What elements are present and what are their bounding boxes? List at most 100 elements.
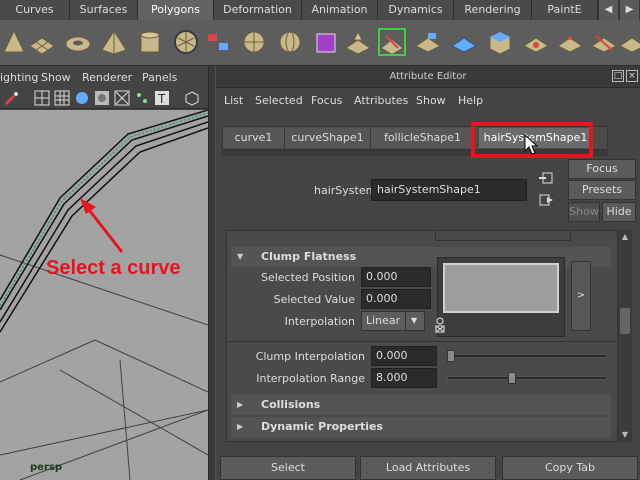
expand-arrow-icon: ▶ bbox=[237, 400, 244, 409]
append-polygon-icon[interactable] bbox=[450, 28, 478, 56]
attributes-scrollbar[interactable]: ▲ ▼ bbox=[618, 230, 632, 442]
separate-icon[interactable] bbox=[240, 28, 268, 56]
viewport-menu-panels[interactable]: Panels bbox=[142, 68, 177, 87]
tab-curveshape1[interactable]: curveShape1 bbox=[285, 128, 371, 148]
annotation-text: Select a curve bbox=[46, 257, 181, 279]
poly-plane-icon[interactable] bbox=[28, 28, 56, 56]
ramp-expand-button[interactable]: > bbox=[571, 261, 591, 331]
focus-button[interactable]: Focus bbox=[568, 159, 636, 179]
texture-icon[interactable]: T bbox=[154, 90, 170, 106]
poly-cone-icon[interactable] bbox=[0, 28, 28, 56]
interpolation-range-slider[interactable] bbox=[447, 376, 607, 380]
attribute-editor-menubar: List Selected Focus Attributes Show Help bbox=[216, 90, 640, 112]
split-polygon-icon[interactable] bbox=[378, 28, 406, 56]
lights-icon[interactable] bbox=[134, 90, 150, 106]
ae-menu-focus[interactable]: Focus bbox=[311, 94, 342, 107]
select-button[interactable]: Select bbox=[220, 456, 356, 480]
clump-flatness-ramp[interactable] bbox=[443, 263, 559, 313]
shelf-scroll-right-icon[interactable]: ▶ bbox=[619, 0, 639, 20]
ae-menu-attributes[interactable]: Attributes bbox=[354, 94, 408, 107]
smooth-shade-icon[interactable] bbox=[74, 90, 90, 106]
poly-torus-icon[interactable] bbox=[64, 28, 92, 56]
interpolation-label: Interpolation bbox=[284, 315, 355, 328]
output-connection-icon[interactable] bbox=[538, 192, 554, 208]
clump-interpolation-field[interactable]: 0.000 bbox=[371, 346, 437, 366]
perspective-viewport[interactable]: Select a curve persp bbox=[0, 110, 208, 480]
load-attributes-button[interactable]: Load Attributes bbox=[360, 456, 496, 480]
selected-value-field[interactable]: 0.000 bbox=[361, 289, 431, 309]
soccer-ball-icon[interactable] bbox=[172, 28, 200, 56]
panel-splitter[interactable] bbox=[208, 66, 216, 480]
node-name-field[interactable]: hairSystemShape1 bbox=[371, 179, 527, 201]
xray-icon[interactable] bbox=[114, 90, 130, 106]
smooth-icon[interactable] bbox=[276, 28, 304, 56]
section-collisions[interactable]: ▶ Collisions bbox=[231, 395, 611, 415]
mouse-cursor-icon bbox=[524, 134, 539, 155]
attribute-editor: Attribute Editor □ × List Selected Focus… bbox=[216, 66, 640, 480]
extrude-icon[interactable] bbox=[344, 28, 372, 56]
ae-menu-show[interactable]: Show bbox=[416, 94, 446, 107]
shelf-tab-deformation[interactable]: Deformation bbox=[214, 0, 302, 20]
merge-icon[interactable] bbox=[522, 28, 550, 56]
cut-faces-icon[interactable] bbox=[590, 28, 618, 56]
poly-cube-icon[interactable] bbox=[486, 28, 514, 56]
wireframe-icon[interactable] bbox=[34, 90, 50, 106]
ae-menu-help[interactable]: Help bbox=[458, 94, 483, 107]
clump-interpolation-slider-thumb[interactable] bbox=[447, 350, 455, 362]
section-title: Collisions bbox=[261, 398, 321, 411]
bevel-icon[interactable] bbox=[414, 28, 442, 56]
viewport-toolbar: T bbox=[0, 87, 208, 109]
chevron-down-icon[interactable]: ▼ bbox=[405, 311, 425, 331]
maya-window: Curves Surfaces Polygons Deformation Ani… bbox=[0, 0, 640, 480]
shelf-tab-painteffects[interactable]: PaintE bbox=[532, 0, 598, 20]
shelf-tab-animation[interactable]: Animation bbox=[302, 0, 378, 20]
ramp-point-icon[interactable] bbox=[434, 317, 446, 333]
scroll-up-icon[interactable]: ▲ bbox=[618, 230, 632, 244]
default-material-icon[interactable] bbox=[94, 90, 110, 106]
reduce-icon[interactable] bbox=[312, 28, 340, 56]
shelf-tab-curves[interactable]: Curves bbox=[0, 0, 70, 20]
interpolation-value: Linear bbox=[366, 314, 401, 327]
isolate-select-icon[interactable] bbox=[184, 90, 200, 106]
hide-button[interactable]: Hide bbox=[602, 202, 636, 222]
viewport-menu-show[interactable]: Show bbox=[41, 68, 71, 87]
interpolation-range-field[interactable]: 8.000 bbox=[371, 368, 437, 388]
tab-curve1[interactable]: curve1 bbox=[223, 128, 285, 148]
ae-menu-selected[interactable]: Selected bbox=[255, 94, 303, 107]
show-button[interactable]: Show bbox=[568, 202, 600, 222]
viewport-scene bbox=[0, 110, 208, 480]
copy-tab-button[interactable]: Copy Tab bbox=[502, 456, 638, 480]
combine-icon[interactable] bbox=[204, 28, 232, 56]
input-connection-icon[interactable] bbox=[538, 170, 554, 186]
shelf-tab-rendering[interactable]: Rendering bbox=[454, 0, 532, 20]
paint-brush-icon[interactable] bbox=[4, 90, 20, 106]
presets-button[interactable]: Presets bbox=[568, 180, 636, 200]
clump-interpolation-slider[interactable] bbox=[447, 354, 607, 358]
poly-pyramid-icon[interactable] bbox=[100, 28, 128, 56]
poly-pipe-icon[interactable] bbox=[136, 28, 164, 56]
selected-position-field[interactable]: 0.000 bbox=[361, 267, 431, 287]
shelf-tab-surfaces[interactable]: Surfaces bbox=[70, 0, 138, 20]
viewport-menu-lighting[interactable]: ighting bbox=[0, 68, 38, 87]
float-window-icon[interactable]: □ bbox=[612, 70, 624, 82]
shelf-tab-polygons[interactable]: Polygons bbox=[138, 0, 214, 20]
scroll-down-icon[interactable]: ▼ bbox=[618, 428, 632, 442]
tab-follicleshape1[interactable]: follicleShape1 bbox=[371, 128, 475, 148]
interpolation-range-slider-thumb[interactable] bbox=[507, 372, 516, 384]
selected-value-label: Selected Value bbox=[273, 293, 355, 306]
viewport-menu-renderer[interactable]: Renderer bbox=[82, 68, 132, 87]
viewport-menubar: ighting Show Renderer Panels bbox=[0, 68, 208, 87]
grid-icon[interactable] bbox=[54, 90, 70, 106]
close-icon[interactable]: × bbox=[626, 70, 638, 82]
poly-tools-icon[interactable] bbox=[618, 28, 640, 56]
selected-position-label: Selected Position bbox=[260, 271, 355, 284]
interpolation-range-label: Interpolation Range bbox=[256, 372, 365, 385]
section-dynamic-properties[interactable]: ▶ Dynamic Properties bbox=[231, 417, 611, 437]
shelf-tab-dynamics[interactable]: Dynamics bbox=[378, 0, 454, 20]
wedge-icon[interactable] bbox=[556, 28, 584, 56]
ae-menu-list[interactable]: List bbox=[224, 94, 243, 107]
collapse-arrow-icon: ▼ bbox=[237, 252, 244, 261]
attributes-scroll-area: ▼ Clump Flatness Selected Position 0.000… bbox=[226, 230, 618, 442]
shelf-scroll-left-icon[interactable]: ◀ bbox=[598, 0, 618, 20]
scrollbar-thumb[interactable] bbox=[620, 308, 630, 334]
